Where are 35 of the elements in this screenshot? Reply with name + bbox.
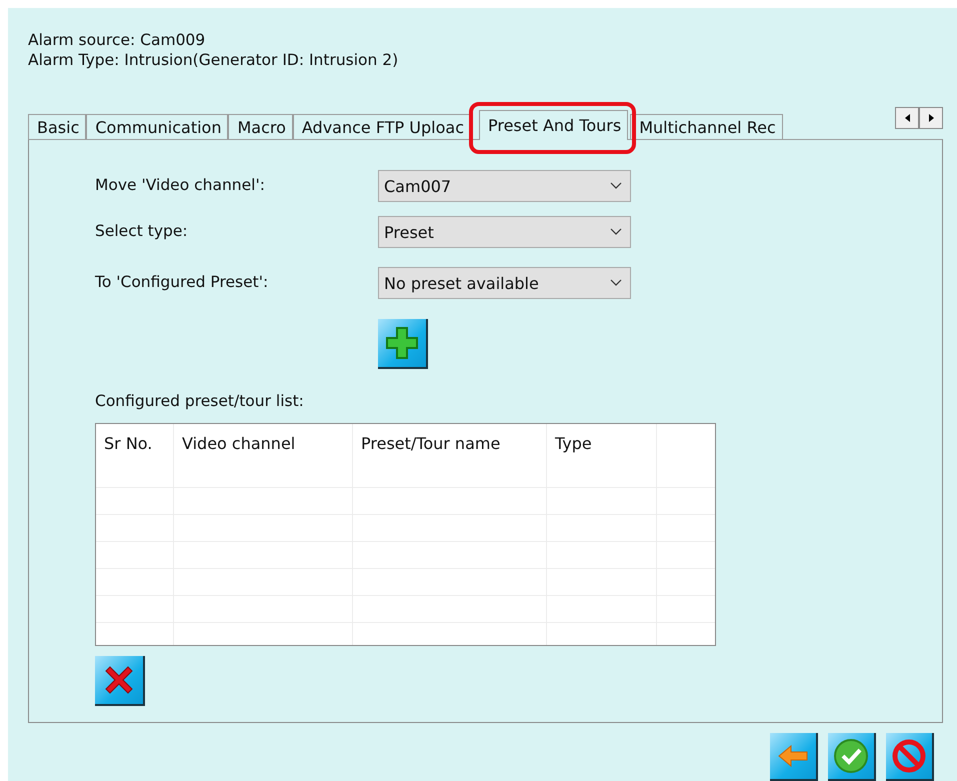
tab[interactable]: Advance FTP Uploac xyxy=(292,114,471,140)
tab[interactable]: Macro xyxy=(228,114,293,140)
tab[interactable]: Basic xyxy=(28,114,86,140)
alarm-type-text: Alarm Type: Intrusion(Generator ID: Intrusion 2) xyxy=(28,50,400,70)
dropdown[interactable]: Preset xyxy=(378,216,631,248)
triangle-left-icon xyxy=(904,114,910,122)
field-label: Select type: xyxy=(95,221,189,240)
dropdown[interactable]: No preset available xyxy=(378,267,631,299)
chevron-down-icon xyxy=(610,279,622,287)
column-header: Preset/Tour name xyxy=(360,433,502,455)
scroll-right-button[interactable] xyxy=(919,107,943,129)
dropdown[interactable]: Cam007 xyxy=(378,170,631,202)
chevron-down-icon xyxy=(610,182,622,190)
delete-button[interactable] xyxy=(95,656,145,706)
arrow-left-icon xyxy=(777,744,809,768)
triangle-right-icon xyxy=(928,114,934,122)
back-button[interactable] xyxy=(770,733,818,781)
check-circle-icon xyxy=(833,738,869,774)
ok-button[interactable] xyxy=(828,733,876,781)
chevron-down-icon xyxy=(610,228,622,236)
alarm-source-text: Alarm source: Cam009 xyxy=(28,30,206,50)
scroll-left-button[interactable] xyxy=(895,107,919,129)
column-header: Sr No. xyxy=(103,433,154,455)
field-label: To 'Configured Preset': xyxy=(95,272,270,291)
plus-icon xyxy=(385,326,419,360)
tab[interactable]: Communication xyxy=(86,114,228,140)
prohibited-icon xyxy=(891,738,927,774)
list-label: Configured preset/tour list: xyxy=(95,392,305,410)
tab[interactable]: Multichannel Rec xyxy=(630,114,783,140)
tab[interactable]: Preset And Tours xyxy=(478,110,628,140)
column-header: Video channel xyxy=(181,433,296,455)
column-header: Type xyxy=(554,433,593,455)
field-label: Move 'Video channel': xyxy=(95,175,266,194)
cancel-button[interactable] xyxy=(886,733,934,781)
add-button[interactable] xyxy=(378,319,428,369)
